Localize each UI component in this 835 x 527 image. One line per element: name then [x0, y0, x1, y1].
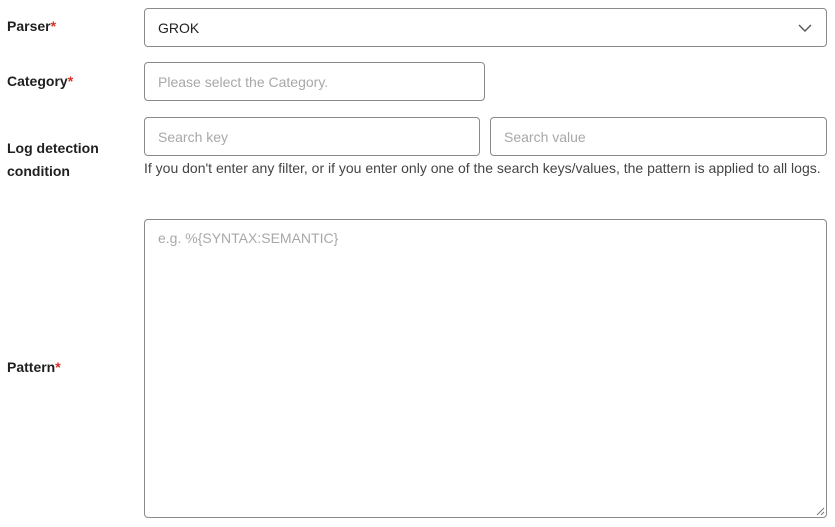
search-key-placeholder: Search key: [158, 128, 229, 145]
category-label-text: Category: [7, 73, 68, 89]
required-mark: *: [50, 18, 57, 34]
pattern-placeholder: e.g. %{SYNTAX:SEMANTIC}: [158, 230, 339, 246]
parser-label: Parser*: [7, 15, 56, 38]
search-value-input[interactable]: Search value: [490, 117, 827, 156]
log-detection-help-text: If you don't enter any filter, or if you…: [144, 160, 821, 176]
parser-label-text: Parser: [7, 18, 51, 34]
log-detection-label: Log detection condition: [7, 137, 99, 183]
required-mark: *: [67, 73, 74, 89]
chevron-down-icon: [798, 24, 812, 32]
pattern-label: Pattern*: [7, 356, 61, 379]
pattern-label-text: Pattern: [7, 359, 56, 375]
category-label: Category*: [7, 70, 73, 93]
category-placeholder: Please select the Category.: [158, 73, 329, 90]
pattern-textarea[interactable]: e.g. %{SYNTAX:SEMANTIC}: [144, 219, 827, 518]
search-value-placeholder: Search value: [504, 128, 586, 145]
required-mark: *: [55, 359, 61, 375]
search-key-input[interactable]: Search key: [144, 117, 480, 156]
parser-select[interactable]: GROK: [144, 8, 827, 47]
log-detection-label-line2: condition: [7, 163, 70, 179]
category-select[interactable]: Please select the Category.: [144, 62, 485, 101]
resize-handle-icon[interactable]: [815, 506, 825, 516]
parser-selected-value: GROK: [158, 19, 200, 36]
log-detection-label-line1: Log detection: [7, 140, 99, 156]
